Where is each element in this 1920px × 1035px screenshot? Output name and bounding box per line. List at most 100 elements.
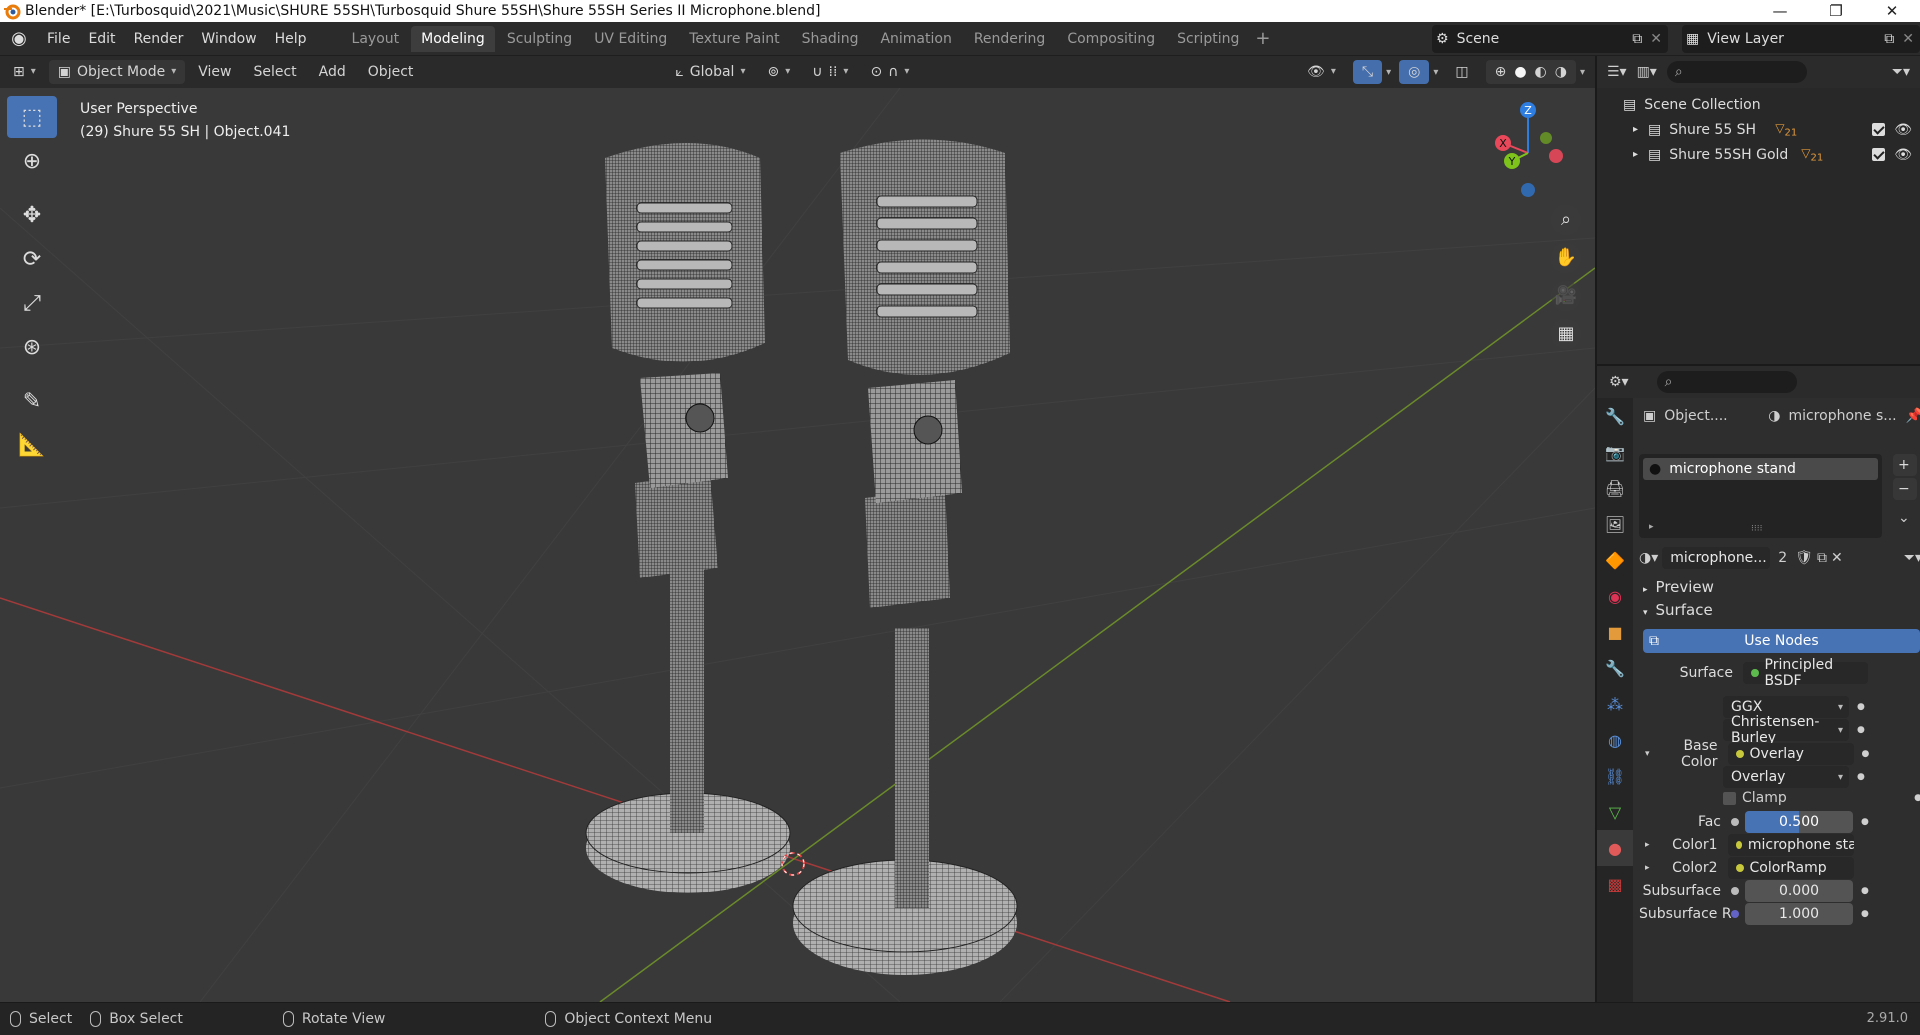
expand-arrow-icon[interactable]: ▸ — [1633, 149, 1638, 160]
keyframe-dot-icon[interactable]: ● — [1914, 793, 1920, 803]
menu-window[interactable]: Window — [192, 22, 265, 56]
transform-tool-icon[interactable]: ⊛ — [7, 326, 57, 368]
scale-tool-icon[interactable]: ⤢ — [7, 282, 57, 324]
subsurface-field[interactable]: 0.000 — [1745, 880, 1853, 902]
minimize-button[interactable]: — — [1752, 0, 1808, 22]
maximize-button[interactable]: ❐ — [1808, 0, 1864, 22]
keyframe-dot-icon[interactable]: ● — [1857, 772, 1865, 782]
menu-select[interactable]: Select — [244, 60, 305, 84]
shading-mode-group[interactable]: ⊕ ● ◐ ◑ — [1485, 60, 1576, 84]
tab-modeling[interactable]: Modeling — [411, 25, 495, 52]
pin-icon[interactable]: 📌 — [1906, 408, 1920, 424]
menu-render[interactable]: Render — [125, 22, 193, 56]
zoom-icon[interactable]: ⌕ — [1551, 205, 1581, 235]
material-slot-list[interactable]: ● microphone stand ▸ ⁝⁝⁝⁝ — [1639, 454, 1882, 538]
particles-tab-icon[interactable]: ⁂ — [1597, 686, 1633, 722]
world-tab-icon[interactable]: ◉ — [1597, 578, 1633, 614]
neg-x-axis-icon[interactable] — [1549, 149, 1563, 163]
camera-view-icon[interactable]: 🎥 — [1551, 281, 1581, 311]
navigation-gizmo[interactable]: Z X Y — [1488, 98, 1568, 208]
ortho-toggle-icon[interactable]: ▦ — [1551, 319, 1581, 349]
scene-selector[interactable]: ⚙ Scene ⧉ ✕ — [1432, 25, 1668, 53]
menu-edit[interactable]: Edit — [79, 22, 124, 56]
display-mode-icon[interactable]: ▥▾ — [1637, 64, 1657, 80]
tab-scripting[interactable]: Scripting — [1167, 26, 1249, 52]
collection-row[interactable]: ▸ ▤ Shure 55SH Gold ▽21 👁 — [1597, 142, 1920, 167]
browse-material-icon[interactable]: ◑▾ — [1639, 550, 1658, 566]
neg-z-axis-icon[interactable] — [1521, 183, 1535, 197]
texture-tab-icon[interactable]: ▩ — [1597, 866, 1633, 902]
pan-hand-icon[interactable]: ✋ — [1551, 243, 1581, 273]
scene-collection-row[interactable]: ▤ Scene Collection — [1597, 92, 1920, 117]
color2-field[interactable]: ColorRamp — [1727, 857, 1854, 879]
outliner-editor-icon[interactable]: ☰▾ — [1607, 64, 1627, 80]
menu-view[interactable]: View — [189, 60, 240, 84]
snap-toggle[interactable]: ∪ ⁞⁞ ▾ — [803, 60, 857, 84]
shading-options-icon[interactable]: ▾ — [1580, 67, 1585, 78]
subsurface-method-select[interactable]: Christensen-Burley ▾ — [1723, 714, 1849, 746]
move-tool-icon[interactable]: ✥ — [7, 194, 57, 236]
select-box-tool-icon[interactable]: ⬚ — [7, 96, 57, 138]
list-resize-handle[interactable]: ⁝⁝⁝⁝ — [1751, 524, 1762, 534]
blend-type-select[interactable]: Overlay ▾ — [1723, 766, 1849, 788]
material-tab-icon[interactable]: ● — [1597, 830, 1633, 866]
add-workspace-icon[interactable]: + — [1255, 28, 1270, 49]
solid-shading-icon[interactable]: ● — [1514, 60, 1526, 84]
tab-sculpting[interactable]: Sculpting — [497, 26, 582, 52]
keyframe-dot-icon[interactable]: ● — [1857, 725, 1865, 735]
modifier-tab-icon[interactable]: 🔧 — [1597, 650, 1633, 686]
constraints-tab-icon[interactable]: ⛓ — [1597, 758, 1633, 794]
unlink-material-icon[interactable]: ✕ — [1831, 550, 1843, 566]
tab-animation[interactable]: Animation — [870, 26, 961, 52]
surface-shader-field[interactable]: Principled BSDF — [1743, 657, 1868, 689]
rendered-shading-icon[interactable]: ◑ — [1555, 60, 1567, 84]
tab-uv-editing[interactable]: UV Editing — [584, 26, 677, 52]
delete-view-layer-icon[interactable]: ✕ — [1902, 31, 1914, 47]
preview-section-header[interactable]: ▸ Preview — [1643, 578, 1714, 596]
base-color-field[interactable]: Overlay — [1727, 743, 1854, 765]
rotate-tool-icon[interactable]: ⟳ — [7, 238, 57, 280]
editor-type-button[interactable]: ⊞ ▾ — [4, 60, 45, 84]
xray-toggle[interactable]: ◫ — [1446, 60, 1477, 84]
slot-menu-icon[interactable]: ⌄ — [1893, 510, 1917, 526]
view-layer-tab-icon[interactable]: 🖼 — [1597, 506, 1633, 542]
microphone-model-right[interactable] — [792, 139, 1018, 976]
proportional-edit-toggle[interactable]: ⊙ ∩ ▾ — [861, 60, 918, 84]
3d-cursor-icon[interactable] — [781, 852, 805, 876]
user-count[interactable]: 2 — [1774, 550, 1791, 566]
surface-section-header[interactable]: ▾ Surface — [1643, 601, 1713, 619]
output-tab-icon[interactable]: 🖨 — [1597, 470, 1633, 506]
material-slot-item[interactable]: ● microphone stand — [1643, 458, 1878, 480]
tool-tab-icon[interactable]: 🔧 — [1597, 398, 1633, 434]
keyframe-dot-icon[interactable]: ● — [1862, 749, 1870, 759]
list-expand-icon[interactable]: ▸ — [1649, 522, 1654, 532]
scene-tab-icon[interactable]: 🔶 — [1597, 542, 1633, 578]
fac-slider[interactable]: 0.500 — [1745, 811, 1853, 833]
keyframe-dot-icon[interactable]: ● — [1861, 817, 1869, 827]
annotate-tool-icon[interactable]: ✎ — [7, 380, 57, 422]
exclude-checkbox[interactable] — [1872, 123, 1886, 136]
visibility-button[interactable]: 👁 ▾ — [1298, 60, 1345, 84]
keyframe-dot-icon[interactable]: ● — [1861, 886, 1869, 896]
link-dropdown-icon[interactable]: ⏷▾ — [1904, 550, 1920, 566]
remove-slot-button[interactable]: − — [1893, 478, 1917, 500]
cursor-tool-icon[interactable]: ⊕ — [7, 140, 57, 182]
expand-arrow-icon[interactable]: ▸ — [1633, 124, 1638, 135]
mode-selector[interactable]: ▣ Object Mode ▾ — [48, 60, 186, 84]
pivot-point-button[interactable]: ⊚ ▾ — [758, 60, 799, 84]
data-tab-icon[interactable]: ▽ — [1597, 794, 1633, 830]
new-view-layer-icon[interactable]: ⧉ — [1884, 31, 1894, 47]
close-button[interactable]: ✕ — [1864, 0, 1920, 22]
add-slot-button[interactable]: + — [1893, 454, 1917, 476]
tab-texture-paint[interactable]: Texture Paint — [679, 26, 789, 52]
material-shading-icon[interactable]: ◐ — [1535, 60, 1547, 84]
properties-editor-icon[interactable]: ⚙▾ — [1609, 374, 1629, 390]
fake-user-icon[interactable]: 🛡 — [1795, 550, 1813, 566]
wireframe-shading-icon[interactable]: ⊕ — [1495, 60, 1507, 84]
keyframe-dot-icon[interactable]: ● — [1857, 702, 1865, 712]
eye-icon[interactable]: 👁 — [1894, 147, 1912, 163]
microphone-model-left[interactable] — [585, 143, 791, 893]
keyframe-dot-icon[interactable]: ● — [1861, 909, 1869, 919]
eye-icon[interactable]: 👁 — [1894, 122, 1912, 138]
tab-rendering[interactable]: Rendering — [964, 26, 1056, 52]
